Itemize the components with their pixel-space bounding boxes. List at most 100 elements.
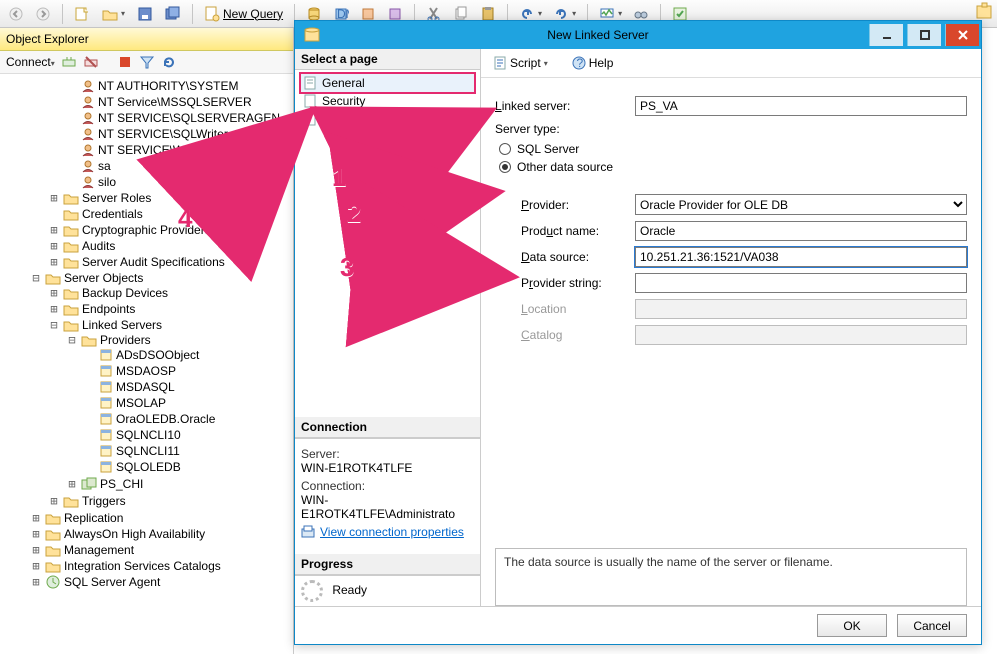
nav-forward-button[interactable] (31, 4, 55, 24)
tree-node-backup-devices[interactable]: ⊞Backup Devices (48, 286, 293, 300)
close-button[interactable] (945, 24, 979, 46)
maximize-button[interactable] (907, 24, 941, 46)
tree-node-server-roles[interactable]: ⊞Server Roles (48, 191, 293, 205)
view-connection-properties-link[interactable]: View connection properties (301, 525, 464, 539)
arrow-left-icon (8, 6, 24, 22)
tree-node-audits[interactable]: ⊞Audits (48, 239, 293, 253)
dialog-titlebar[interactable]: New Linked Server (295, 21, 981, 49)
new-query-label: New Query (223, 7, 283, 21)
data-source-input[interactable] (635, 247, 967, 267)
filter-icon[interactable] (139, 54, 155, 70)
tree-node-endpoints[interactable]: ⊞Endpoints (48, 302, 293, 316)
save-button[interactable] (133, 4, 157, 24)
server-value: WIN-E1ROTK4TLFE (301, 461, 474, 475)
tree-node-alwayson[interactable]: ⊞AlwaysOn High Availability (30, 527, 293, 541)
provider-select[interactable]: Oracle Provider for OLE DB (635, 194, 967, 215)
tree-label: Linked Servers (82, 318, 162, 332)
tree-node-provider[interactable]: OraOLEDB.Oracle (84, 412, 293, 426)
page-security[interactable]: Security (301, 92, 474, 110)
ok-button[interactable]: OK (817, 614, 887, 637)
page-general[interactable]: General (301, 74, 474, 92)
location-input (635, 299, 967, 319)
radio-icon (499, 161, 511, 173)
tree-label: Triggers (82, 494, 126, 508)
tree-node-provider[interactable]: SQLOLEDB (84, 460, 293, 474)
tree-node-provider[interactable]: MSOLAP (84, 396, 293, 410)
query-icon (204, 6, 220, 22)
user-icon (81, 79, 95, 93)
tree-node-provider[interactable]: SQLNCLI10 (84, 428, 293, 442)
script-button[interactable]: Script ▾ (489, 54, 552, 72)
user-icon (81, 95, 95, 109)
new-button[interactable] (70, 4, 94, 24)
tree-label: SQLNCLI10 (116, 428, 181, 442)
folder-icon (63, 256, 79, 269)
radio-other-data-source[interactable]: Other data source (499, 160, 967, 174)
hint-box: The data source is usually the name of t… (495, 548, 967, 606)
connect-label: Connect (6, 55, 51, 69)
tree-node-providers[interactable]: ⊟Providers (66, 333, 293, 347)
tree-label: NT Service\MSSQLSERVER (98, 95, 252, 109)
disconnect-icon[interactable] (83, 54, 99, 70)
stop-icon[interactable] (117, 54, 133, 70)
tree-node-provider[interactable]: ADsDSOObject (84, 348, 293, 362)
connection-value: WIN-E1ROTK4TLFE\Administrato (301, 493, 474, 521)
tree-node-login[interactable]: NT AUTHORITY\SYSTEM (66, 79, 293, 93)
tree-node-login[interactable]: sa (66, 159, 293, 173)
tree-node-server-objects[interactable]: ⊟Server Objects (30, 271, 293, 285)
tree-node-server-audit-specs[interactable]: ⊞Server Audit Specifications (48, 255, 293, 269)
nav-back-button[interactable] (4, 4, 28, 24)
tree-node-provider[interactable]: SQLNCLI11 (84, 444, 293, 458)
link-icon (301, 525, 315, 539)
tree-node-isc[interactable]: ⊞Integration Services Catalogs (30, 559, 293, 573)
page-server-options[interactable]: Server Options (301, 110, 474, 128)
tree-node-linked-servers[interactable]: ⊟Linked Servers (48, 318, 293, 332)
folder-icon (63, 287, 79, 300)
open-button[interactable]: ▾ (98, 4, 129, 24)
tree-node-login[interactable]: NT SERVICE\SQLWriter (66, 127, 293, 141)
connect-dropdown[interactable]: Connect▾ (6, 55, 55, 69)
tree-label: silo (98, 175, 116, 189)
object-explorer-tree[interactable]: NT AUTHORITY\SYSTEM NT Service\MSSQLSERV… (0, 74, 293, 644)
linked-server-input[interactable] (635, 96, 967, 116)
tree-node-sql-server-agent[interactable]: ⊞SQL Server Agent (30, 575, 293, 589)
tree-node-credentials[interactable]: Credentials (48, 207, 293, 221)
tree-node-management[interactable]: ⊞Management (30, 543, 293, 557)
save-all-button[interactable] (161, 4, 185, 24)
new-query-button[interactable]: New Query (200, 4, 287, 24)
folder-icon (45, 528, 61, 541)
tree-node-login[interactable]: NT SERVICE\SQLSERVERAGEN (66, 111, 293, 125)
refresh-icon[interactable] (161, 54, 177, 70)
page-label: Server Options (322, 112, 402, 126)
tree-node-ps-chi[interactable]: ⊞PS_CHI (66, 477, 293, 491)
provider-string-label: Provider string: (495, 276, 635, 290)
tree-node-crypto-providers[interactable]: ⊞Cryptographic Providers (48, 223, 293, 237)
folder-icon (45, 544, 61, 557)
tree-node-provider[interactable]: MSDASQL (84, 380, 293, 394)
tree-label: NT SERVICE\SQLSERVERAGEN (98, 111, 280, 125)
product-name-input[interactable] (635, 221, 967, 241)
tree-node-triggers[interactable]: ⊞Triggers (48, 494, 293, 508)
minimize-button[interactable] (869, 24, 903, 46)
cancel-button[interactable]: Cancel (897, 614, 967, 637)
radio-sql-server[interactable]: SQL Server (499, 142, 967, 156)
tree-label: SQL Server Agent (64, 575, 160, 589)
tree-node-replication[interactable]: ⊞Replication (30, 511, 293, 525)
tree-node-login[interactable]: silo (66, 175, 293, 189)
form-area: Linked server: Server type: SQL Server O… (481, 78, 981, 363)
user-icon (81, 127, 95, 141)
tree-node-login[interactable]: NT Service\MSSQLSERVER (66, 95, 293, 109)
linked-server-label: Linked server: (495, 99, 635, 113)
extensions-button[interactable] (975, 2, 991, 21)
provider-icon (99, 396, 113, 410)
folder-icon (45, 512, 61, 525)
tree-node-provider[interactable]: MSDAOSP (84, 364, 293, 378)
tree-label: NT SERVICE\Winmgmt (98, 143, 224, 157)
user-icon (81, 111, 95, 125)
help-label: Help (589, 56, 614, 70)
provider-string-input[interactable] (635, 273, 967, 293)
catalog-input (635, 325, 967, 345)
connect-icon[interactable] (61, 54, 77, 70)
help-button[interactable]: ?Help (568, 54, 618, 72)
tree-node-login[interactable]: NT SERVICE\Winmgmt (66, 143, 293, 157)
